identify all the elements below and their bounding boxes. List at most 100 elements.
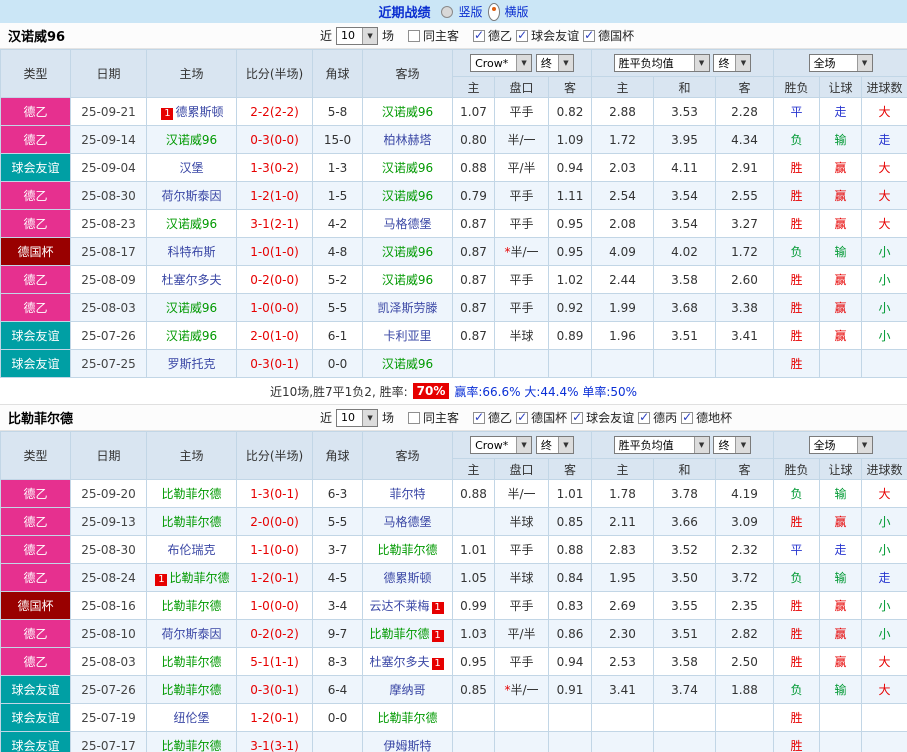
team-link[interactable]: 汉诺威96: [382, 273, 433, 287]
team-link[interactable]: 汉诺威96: [166, 133, 217, 147]
column-subheader: 主: [591, 76, 655, 98]
team-link[interactable]: 凯泽斯劳滕: [377, 301, 437, 315]
score: 0-2(0-0): [236, 265, 313, 294]
team-link[interactable]: 比勒菲尔德: [161, 683, 221, 697]
away-team-cell: 德累斯顿: [362, 563, 453, 592]
column-subheader: 客: [715, 458, 775, 480]
bookmaker-dropdown[interactable]: Crow* ▼: [470, 436, 533, 454]
team-link[interactable]: 汉诺威96: [166, 329, 217, 343]
team-link[interactable]: 汉堡: [179, 161, 203, 175]
team-link[interactable]: 罗斯托克: [167, 357, 215, 371]
league-checkbox[interactable]: 球会友谊: [516, 27, 579, 44]
team-link[interactable]: 汉诺威96: [382, 161, 433, 175]
team-link[interactable]: 菲尔特: [389, 487, 425, 501]
team-link[interactable]: 马格德堡: [383, 515, 431, 529]
radio-horizontal[interactable]: [487, 2, 500, 21]
team-link[interactable]: 比勒菲尔德: [161, 599, 221, 613]
match-type-badge: 德乙: [0, 293, 71, 322]
avg-draw-odds: 3.55: [653, 591, 717, 620]
team-link[interactable]: 比勒菲尔德: [161, 739, 221, 752]
team-link[interactable]: 德累斯顿: [175, 105, 223, 119]
team-link[interactable]: 柏林赫塔: [383, 133, 431, 147]
team-section: 比勒菲尔德 近 10▼ 场 同主客 德乙德国杯球会友谊德丙德地杯 类型日期主场比…: [0, 405, 907, 752]
match-count-dropdown[interactable]: 10 ▼: [336, 408, 379, 427]
team-link[interactable]: 杜塞尔多夫: [369, 655, 429, 669]
chevron-down-icon: ▼: [856, 55, 872, 71]
home-odds: 0.79: [452, 181, 495, 210]
final-avg-dropdown[interactable]: 终 ▼: [713, 54, 752, 72]
match-row: 德国杯 25-08-16 比勒菲尔德 1-0(0-0) 3-4 云达不莱梅 1 0.99 平手 0…: [0, 591, 907, 620]
match-type-badge: 球会友谊: [0, 153, 71, 182]
radio-vertical-label[interactable]: 竖版: [458, 3, 482, 20]
score: 5-1(1-1): [236, 647, 313, 676]
team-link[interactable]: 汉诺威96: [382, 105, 433, 119]
avg-odds-dropdown[interactable]: 胜平负均值 ▼: [613, 54, 710, 72]
avg-draw-odds: 3.54: [653, 181, 717, 210]
team-link[interactable]: 汉诺威96: [382, 357, 433, 371]
result-outcome: 负: [773, 237, 821, 266]
handicap: [494, 703, 549, 732]
match-row: 德乙 25-09-20 比勒菲尔德 1-3(0-1) 6-3 菲尔特 0.88 半/一 1.01…: [0, 479, 907, 508]
team-link[interactable]: 伊姆斯特: [383, 739, 431, 752]
match-count-dropdown[interactable]: 10 ▼: [336, 26, 379, 45]
team-link[interactable]: 荷尔斯泰因: [161, 627, 221, 641]
result-goals: 大: [861, 181, 907, 210]
avg-draw-odds: 3.53: [653, 97, 717, 126]
home-team-cell: 1 比勒菲尔德: [146, 563, 237, 592]
league-checkbox[interactable]: 德丙: [638, 409, 677, 426]
team-link[interactable]: 汉诺威96: [166, 301, 217, 315]
team-link[interactable]: 比勒菲尔德: [169, 571, 229, 585]
league-checkbox[interactable]: 德地杯: [681, 409, 732, 426]
same-venue-checkbox[interactable]: 同主客: [408, 409, 459, 426]
away-odds: [547, 731, 593, 752]
result-handicap: 走: [819, 97, 863, 126]
match-type-badge: 球会友谊: [0, 703, 71, 732]
same-venue-checkbox[interactable]: 同主客: [408, 27, 459, 44]
team-link[interactable]: 汉诺威96: [166, 217, 217, 231]
radio-horizontal-label[interactable]: 横版: [505, 3, 529, 20]
league-checkbox[interactable]: 德国杯: [583, 27, 634, 44]
team-link[interactable]: 德累斯顿: [383, 571, 431, 585]
league-checkbox[interactable]: 德国杯: [516, 409, 567, 426]
avg-draw-odds: 3.66: [653, 507, 717, 536]
handicap: [494, 731, 549, 752]
fullmatch-dropdown[interactable]: 全场 ▼: [808, 436, 873, 454]
avg-draw-odds: [653, 703, 717, 732]
avg-odds-dropdown[interactable]: 胜平负均值 ▼: [613, 436, 710, 454]
team-link[interactable]: 卡利亚里: [383, 329, 431, 343]
column-subheader: 客: [547, 76, 593, 98]
summary-rates: 赢率:66.6% 大:44.4% 单率:50%: [454, 384, 638, 399]
team-link[interactable]: 荷尔斯泰因: [161, 189, 221, 203]
league-checkbox[interactable]: 球会友谊: [571, 409, 634, 426]
team-link[interactable]: 比勒菲尔德: [161, 655, 221, 669]
summary-record: 近10场,胜7平1负2, 胜率:: [269, 384, 408, 399]
team-link[interactable]: 比勒菲尔德: [369, 627, 429, 641]
final-odds-dropdown[interactable]: 终 ▼: [535, 54, 574, 72]
away-odds: 0.84: [547, 563, 593, 592]
away-team-cell: 杜塞尔多夫 1: [362, 647, 453, 676]
home-team-cell: 布伦瑞克: [146, 535, 237, 564]
final-avg-dropdown[interactable]: 终 ▼: [713, 436, 752, 454]
match-date: 25-08-30: [70, 535, 147, 564]
team-link[interactable]: 杜塞尔多夫: [161, 273, 221, 287]
league-checkbox[interactable]: 德乙: [473, 409, 512, 426]
team-link[interactable]: 汉诺威96: [382, 189, 433, 203]
away-odds: 0.86: [547, 619, 593, 648]
fullmatch-dropdown[interactable]: 全场 ▼: [808, 54, 873, 72]
team-link[interactable]: 马格德堡: [383, 217, 431, 231]
final-odds-dropdown[interactable]: 终 ▼: [535, 436, 574, 454]
team-link[interactable]: 比勒菲尔德: [377, 543, 437, 557]
team-link[interactable]: 科特布斯: [167, 245, 215, 259]
team-link[interactable]: 比勒菲尔德: [161, 515, 221, 529]
league-checkbox[interactable]: 德乙: [473, 27, 512, 44]
team-link[interactable]: 比勒菲尔德: [377, 711, 437, 725]
team-link[interactable]: 比勒菲尔德: [161, 487, 221, 501]
team-link[interactable]: 云达不莱梅: [369, 599, 429, 613]
radio-vertical[interactable]: [441, 5, 454, 18]
home-odds: [452, 349, 495, 378]
team-link[interactable]: 布伦瑞克: [167, 543, 215, 557]
team-link[interactable]: 纽伦堡: [173, 711, 209, 725]
team-link[interactable]: 汉诺威96: [382, 245, 433, 259]
team-link[interactable]: 摩纳哥: [389, 683, 425, 697]
bookmaker-dropdown[interactable]: Crow* ▼: [470, 54, 533, 72]
